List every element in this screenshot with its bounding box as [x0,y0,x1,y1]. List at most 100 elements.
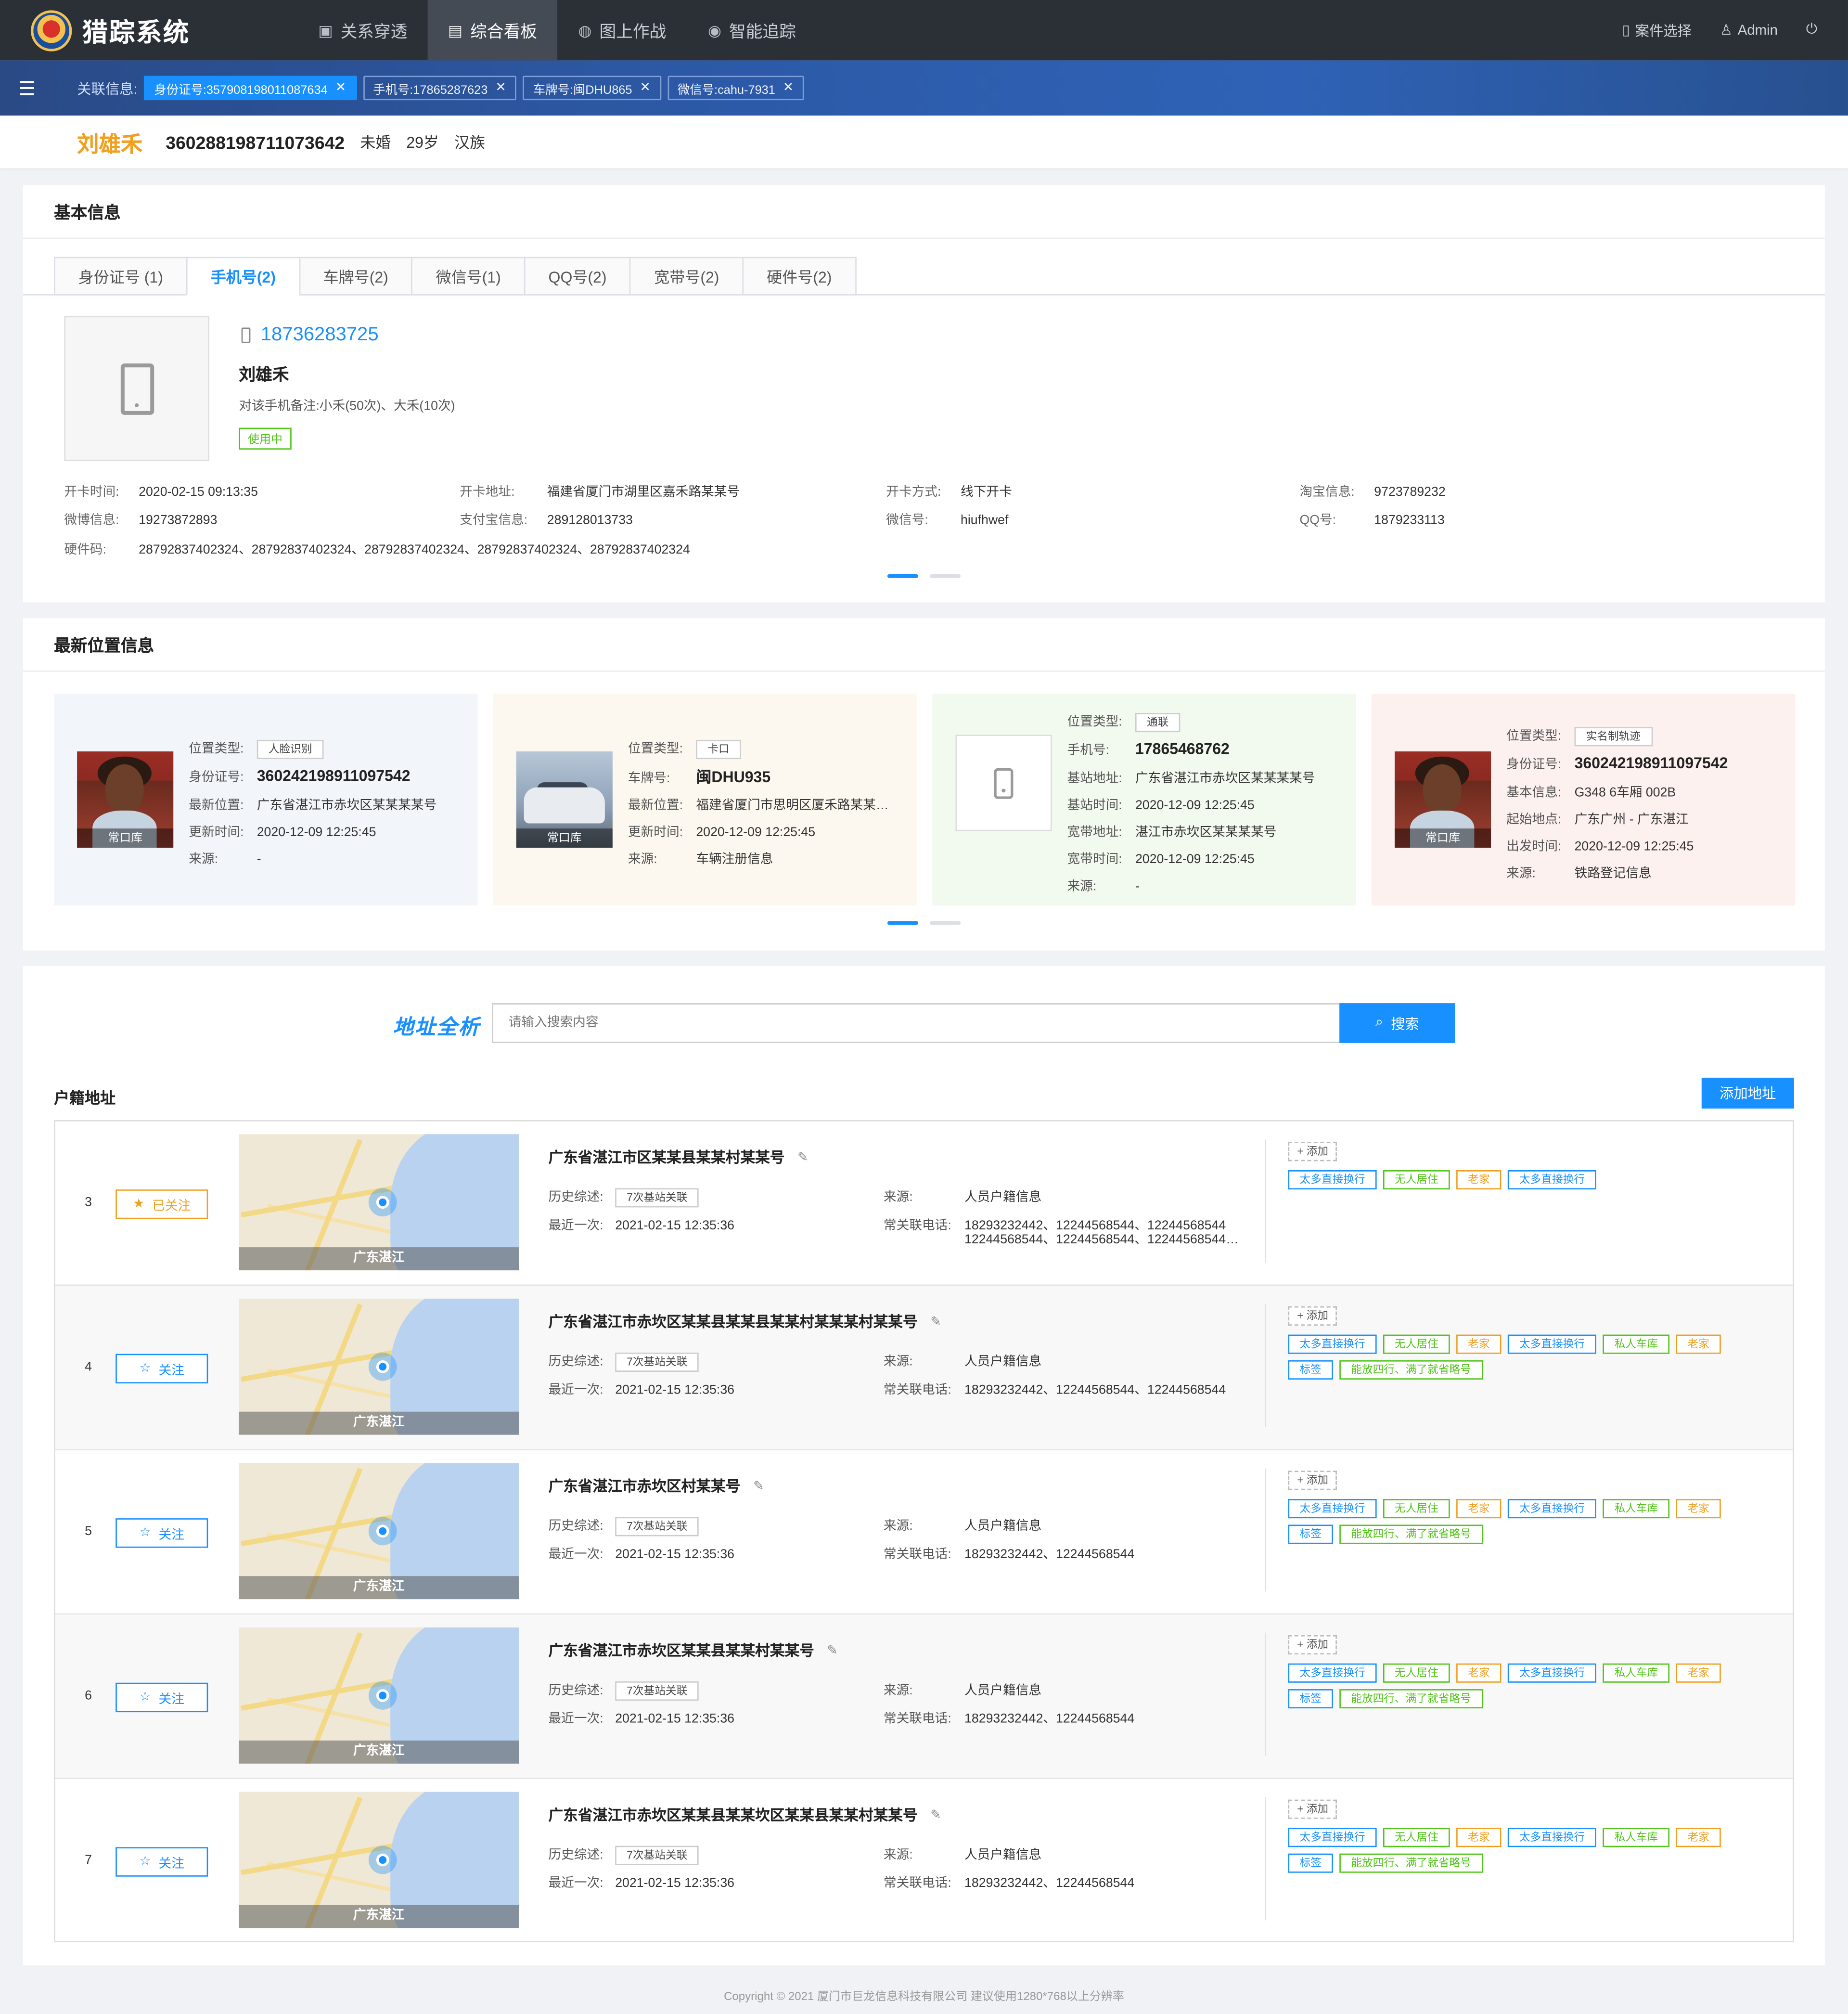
follow-button[interactable]: ★ 已关注 [116,1189,208,1219]
address-tag[interactable]: 无人居住 [1383,1499,1450,1519]
edit-icon[interactable]: ✎ [930,1315,941,1329]
add-tag-button[interactable]: + 添加 [1288,1799,1337,1819]
nav-relation[interactable]: ▣ 关系穿透 [298,0,428,60]
menu-toggle-icon[interactable]: ☰ [0,60,54,116]
address-tag[interactable]: 太多直接换行 [1288,1499,1377,1519]
address-tag[interactable]: 私人车库 [1603,1499,1670,1519]
id-tabs: 身份证号 (1) 手机号(2) 车牌号(2) 微信号(1) QQ号(2) 宽带号… [54,257,857,296]
address-tag[interactable]: 老家 [1456,1334,1502,1354]
nav-tracking[interactable]: ◉ 智能追踪 [687,0,817,60]
address-tag[interactable]: 老家 [1676,1663,1721,1683]
location-item[interactable]: 常口库 位置类型: 人脸识别 身份证号: 360242198911097542 最新… [54,693,478,906]
tab-hardware[interactable]: 硬件号(2) [742,257,857,296]
address-tag[interactable]: 太多直接换行 [1288,1334,1377,1354]
add-address-button[interactable]: 添加地址 [1701,1077,1794,1109]
related-chip[interactable]: 车牌号:闽DHU865 ✕ [523,76,661,101]
address-tag[interactable]: 无人居住 [1383,1170,1450,1190]
edit-icon[interactable]: ✎ [827,1643,838,1657]
address-row: 7 ☆ 关注 广东湛江 广东省湛江市赤坎区某某县某某坎区某某县某某村某某号 ✎ 历史… [55,1779,1793,1941]
add-tag-button[interactable]: + 添加 [1288,1306,1337,1326]
address-tag[interactable]: 标签 [1288,1689,1333,1709]
follow-button[interactable]: ☆ 关注 [116,1682,208,1713]
follow-button[interactable]: ☆ 关注 [116,1354,208,1383]
address-tag[interactable]: 太多直接换行 [1288,1170,1377,1190]
address-tag[interactable]: 太多直接换行 [1288,1663,1377,1683]
user-menu[interactable]: ♙ Admin [1720,22,1778,39]
address-tag[interactable]: 能放四行、满了就省略号 [1339,1360,1483,1380]
carousel-dot[interactable] [887,921,918,925]
close-icon[interactable]: ✕ [335,81,346,95]
add-tag-button[interactable]: + 添加 [1288,1635,1337,1655]
address-tag[interactable]: 太多直接换行 [1507,1828,1597,1847]
add-tag-button[interactable]: + 添加 [1288,1471,1337,1490]
address-tag[interactable]: 私人车库 [1603,1828,1670,1847]
related-chip[interactable]: 身份证号:357908198011087634 ✕ [144,76,357,101]
edit-icon[interactable]: ✎ [753,1479,764,1493]
close-icon[interactable]: ✕ [495,81,506,95]
power-icon[interactable]: ⏻ [1806,22,1817,39]
related-chip[interactable]: 微信号:cahu-7931 ✕ [667,76,804,101]
field-key: 常关联电话: [883,1383,951,1398]
loc-type: 位置类型: 卡口 [628,737,741,760]
address-map[interactable]: 广东湛江 [239,1134,519,1271]
follow-button[interactable]: ☆ 关注 [116,1518,208,1548]
nav-map-battle[interactable]: ◍ 图上作战 [557,0,687,60]
field-value: 车辆注册信息 [696,852,773,867]
address-tag[interactable]: 老家 [1676,1828,1721,1847]
carousel-dot[interactable] [887,574,918,578]
address-tag[interactable]: 标签 [1288,1360,1333,1380]
address-map[interactable]: 广东湛江 [239,1627,519,1764]
carousel-dot[interactable] [929,921,961,925]
address-tag[interactable]: 太多直接换行 [1507,1334,1597,1354]
field-open-addr: 开卡地址: 福建省厦门市湖里区嘉禾路某某号 [460,480,740,500]
carousel-dot[interactable] [929,574,961,578]
address-map[interactable]: 广东湛江 [239,1298,519,1435]
address-map[interactable]: 广东湛江 [239,1792,519,1928]
face-photo: 常口库 [77,751,174,848]
edit-icon[interactable]: ✎ [797,1150,808,1164]
close-icon[interactable]: ✕ [783,81,794,95]
address-tag[interactable]: 无人居住 [1383,1663,1450,1683]
address-tag[interactable]: 太多直接换行 [1507,1170,1597,1190]
address-tag[interactable]: 能放四行、满了就省略号 [1339,1524,1483,1544]
address-tag[interactable]: 太多直接换行 [1507,1663,1597,1683]
address-tag[interactable]: 太多直接换行 [1507,1499,1597,1519]
tab-phone[interactable]: 手机号(2) [186,257,299,296]
address-tag[interactable]: 老家 [1676,1334,1721,1354]
address-tag[interactable]: 老家 [1676,1499,1721,1519]
nav-dashboard[interactable]: ▤ 综合看板 [427,0,558,61]
address-tag[interactable]: 太多直接换行 [1288,1828,1377,1847]
address-tag[interactable]: 老家 [1456,1663,1502,1683]
address-card: 地址全析 ⌕ 搜索 户籍地址 添加地址 3 ★ 已关注 广东湛江 广东省湛江市区某某… [23,966,1825,1965]
add-tag-button[interactable]: + 添加 [1288,1142,1337,1162]
tab-id-card[interactable]: 身份证号 (1) [54,257,186,296]
tab-qq[interactable]: QQ号(2) [524,257,630,296]
edit-icon[interactable]: ✎ [930,1808,941,1822]
tab-wechat[interactable]: 微信号(1) [411,257,524,296]
address-tag[interactable]: 私人车库 [1603,1334,1670,1354]
address-tag[interactable]: 老家 [1456,1828,1502,1847]
location-item[interactable]: 位置类型: 通联 手机号: 17865468762 基站地址: 广东省湛江市赤坎区某某… [932,693,1356,906]
field-key: 位置类型: [1067,715,1122,730]
address-tag[interactable]: 标签 [1288,1853,1333,1873]
address-tag[interactable]: 无人居住 [1383,1828,1450,1847]
address-map[interactable]: 广东湛江 [239,1463,519,1600]
close-icon[interactable]: ✕ [640,81,651,95]
case-select-button[interactable]: ▯ 案件选择 [1622,20,1692,40]
address-tag[interactable]: 私人车库 [1603,1663,1670,1683]
tab-broadband[interactable]: 宽带号(2) [629,257,743,296]
address-tag[interactable]: 无人居住 [1383,1334,1450,1354]
address-tag[interactable]: 老家 [1456,1499,1502,1519]
address-tag[interactable]: 能放四行、满了就省略号 [1339,1689,1483,1709]
address-tag[interactable]: 标签 [1288,1524,1333,1544]
tab-plate[interactable]: 车牌号(2) [298,257,411,296]
address-tag[interactable]: 能放四行、满了就省略号 [1339,1853,1483,1873]
follow-button[interactable]: ☆ 关注 [116,1847,208,1877]
address-tag[interactable]: 老家 [1456,1170,1502,1190]
phone-number[interactable]: 18736283725 [241,323,379,346]
search-button[interactable]: ⌕ 搜索 [1339,1003,1455,1043]
related-chip[interactable]: 手机号:17865287623 ✕ [362,76,517,101]
location-item[interactable]: 常口库 位置类型: 卡口 车牌号: 闽DHU935 最新位置: 福建省厦门市思明区厦禾… [493,693,917,906]
search-input[interactable] [492,1003,1341,1043]
location-item[interactable]: 常口库 位置类型: 实名制轨迹 身份证号: 360242198911097542 基… [1371,693,1796,906]
